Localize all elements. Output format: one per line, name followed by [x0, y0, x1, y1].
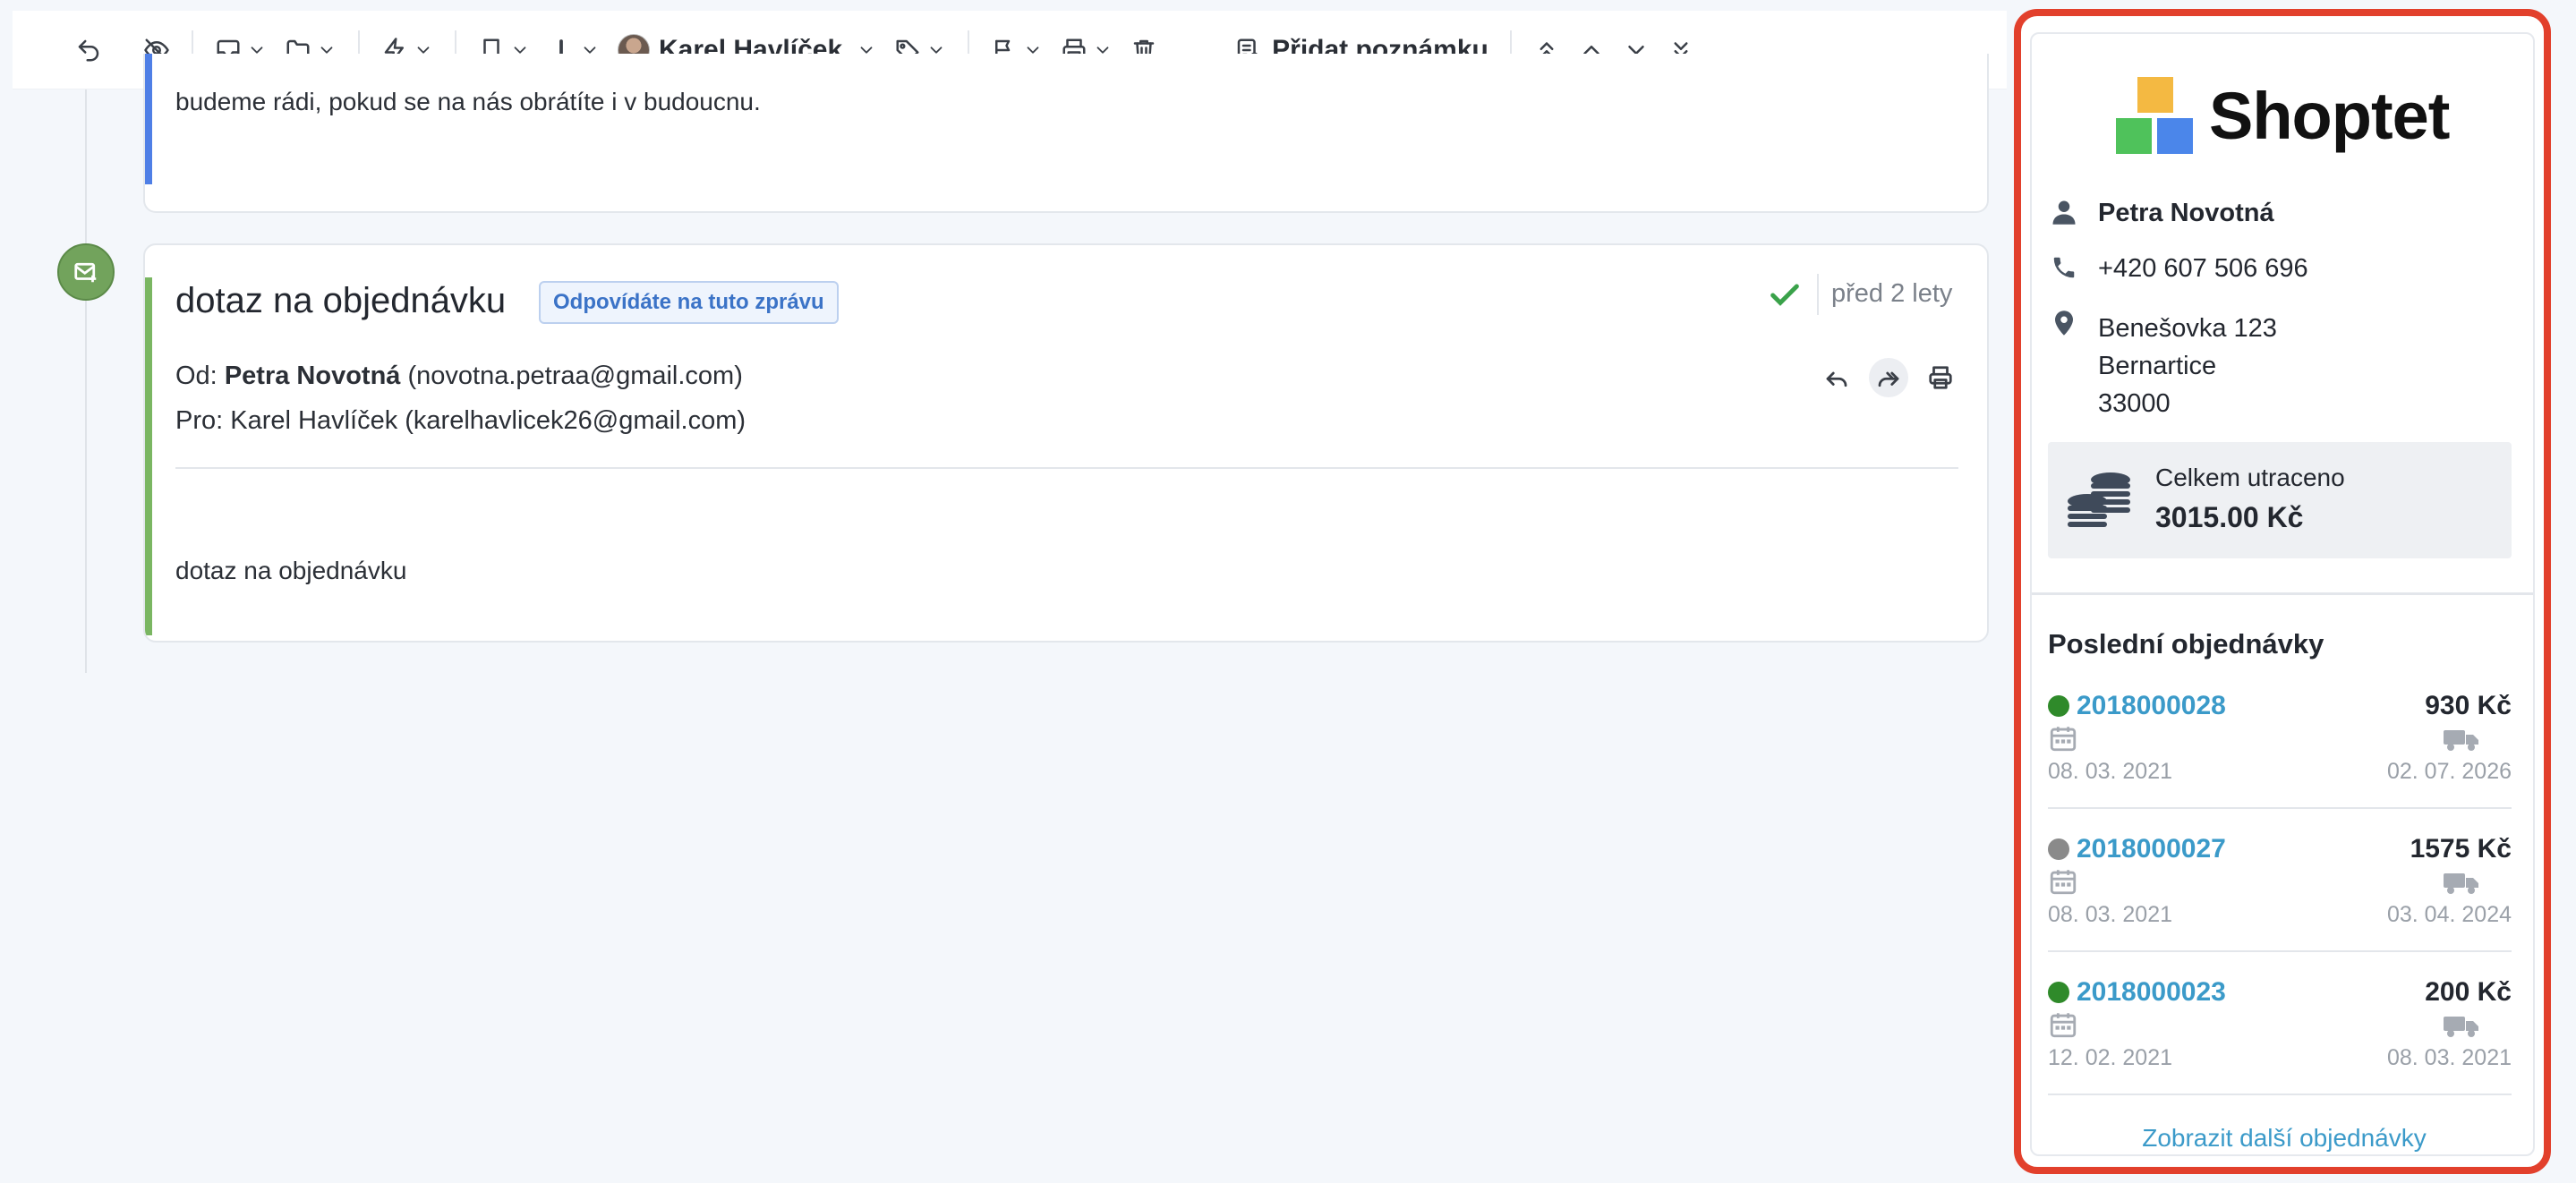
order-item: 2018000028 930 Kč 08. 03. 2021 02. 07. 2… — [2048, 691, 2512, 834]
shoptet-logo-icon — [2116, 77, 2193, 154]
from-prefix: Od: — [175, 362, 218, 390]
undo-button[interactable] — [66, 25, 111, 75]
order-number: 2018000023 — [2077, 977, 2226, 1007]
incoming-mail-icon — [57, 243, 115, 301]
reply-status-badge: Odpovídáte na tuto zprávu — [539, 281, 839, 324]
order-separator — [2048, 950, 2512, 952]
shoptet-panel: Shoptet Petra Novotná +420 607 506 696 B… — [2030, 32, 2535, 1156]
calendar-icon — [2050, 1013, 2077, 1038]
message-subject: dotaz na objednávku — [175, 281, 507, 320]
order-delivery-date: 08. 03. 2021 — [2386, 1045, 2512, 1070]
reply-button[interactable] — [1817, 358, 1856, 397]
message-divider — [175, 467, 1958, 469]
order-status-dot — [2048, 982, 2069, 1003]
customer-name: Petra Novotná — [2098, 199, 2274, 227]
calendar-icon — [2050, 870, 2077, 895]
timeline-line — [85, 89, 87, 673]
time-separator — [1817, 274, 1819, 315]
truck-icon — [2444, 730, 2478, 751]
location-pin-icon — [2048, 310, 2080, 342]
forward-icon — [1878, 371, 1899, 387]
show-more-orders-link[interactable]: Zobrazit další objednávky — [2032, 1124, 2537, 1153]
message-from: Od: Petra Novotná (novotna.petraa@gmail.… — [175, 362, 743, 391]
address-city: Bernartice — [2098, 352, 2217, 380]
message-accent-bar — [145, 277, 152, 635]
user-icon — [2048, 199, 2080, 231]
customer-phone[interactable]: +420 607 506 696 — [2098, 254, 2308, 286]
coins-stack-icon — [2068, 472, 2130, 527]
printer-icon — [1929, 366, 1952, 389]
order-number: 2018000027 — [2077, 834, 2226, 864]
order-price: 200 Kč — [2425, 977, 2512, 1007]
order-delivery-date: 02. 07. 2026 — [2386, 759, 2512, 784]
order-number-link[interactable]: 2018000023 — [2048, 977, 2226, 1008]
order-number-link[interactable]: 2018000027 — [2048, 834, 2226, 864]
recent-orders-title: Poslední objednávky — [2048, 628, 2324, 660]
calendar-icon — [2050, 727, 2077, 752]
forward-button[interactable] — [1869, 358, 1908, 397]
reply-icon — [1826, 371, 1847, 387]
shoptet-logo: Shoptet — [2116, 77, 2450, 154]
message-to: Pro: Karel Havlíček (karelhavlicek26@gma… — [175, 406, 746, 435]
customer-name-row: Petra Novotná — [2048, 199, 2274, 231]
truck-icon — [2444, 1017, 2478, 1037]
order-created-date: 12. 02. 2021 — [2048, 1045, 2173, 1070]
from-name: Petra Novotná — [224, 362, 401, 390]
total-spent-label: Celkem utraceno — [2155, 464, 2345, 491]
total-spent-value: 3015.00 Kč — [2155, 501, 2304, 533]
panel-divider — [2032, 592, 2533, 595]
customer-phone-row: +420 607 506 696 — [2048, 254, 2308, 286]
order-price: 930 Kč — [2425, 691, 2512, 720]
order-delivery-date: 03. 04. 2024 — [2386, 902, 2512, 927]
message-time: před 2 lety — [1831, 279, 1953, 308]
previous-message-text: budeme rádi, pokud se na nás obrátíte i … — [175, 88, 761, 115]
message-actions — [1817, 358, 1960, 397]
message-card: dotaz na objednávku Odpovídáte na tuto z… — [143, 243, 1989, 643]
order-price: 1575 Kč — [2410, 834, 2512, 864]
customer-address-row: Benešovka 123 Bernartice 33000 — [2048, 310, 2277, 422]
order-item: 2018000027 1575 Kč 08. 03. 2021 03. 04. … — [2048, 834, 2512, 977]
order-created-date: 08. 03. 2021 — [2048, 759, 2173, 784]
order-number: 2018000028 — [2077, 691, 2226, 720]
undo-icon — [78, 39, 99, 61]
customer-address: Benešovka 123 Bernartice 33000 — [2098, 310, 2277, 422]
order-status-dot — [2048, 838, 2069, 860]
message-body: dotaz na objednávku — [175, 557, 407, 584]
order-item: 2018000023 200 Kč 12. 02. 2021 08. 03. 2… — [2048, 977, 2512, 1120]
address-street: Benešovka 123 — [2098, 314, 2277, 343]
shoptet-panel-highlight: Shoptet Petra Novotná +420 607 506 696 B… — [2014, 9, 2551, 1174]
print-button[interactable] — [1921, 358, 1960, 397]
order-status-dot — [2048, 695, 2069, 717]
from-email: (novotna.petraa@gmail.com) — [407, 362, 743, 390]
message-accent-bar — [145, 54, 152, 184]
check-icon — [1767, 277, 1803, 313]
logo-text: Shoptet — [2209, 78, 2450, 153]
order-number-link[interactable]: 2018000028 — [2048, 691, 2226, 721]
previous-message-card[interactable]: budeme rádi, pokud se na nás obrátíte i … — [143, 54, 1989, 213]
order-created-date: 08. 03. 2021 — [2048, 902, 2173, 927]
order-separator — [2048, 1094, 2512, 1095]
phone-icon — [2048, 254, 2080, 286]
address-zip: 33000 — [2098, 389, 2171, 418]
truck-icon — [2444, 873, 2478, 894]
total-spent-box: Celkem utraceno 3015.00 Kč — [2048, 442, 2512, 558]
order-separator — [2048, 807, 2512, 809]
